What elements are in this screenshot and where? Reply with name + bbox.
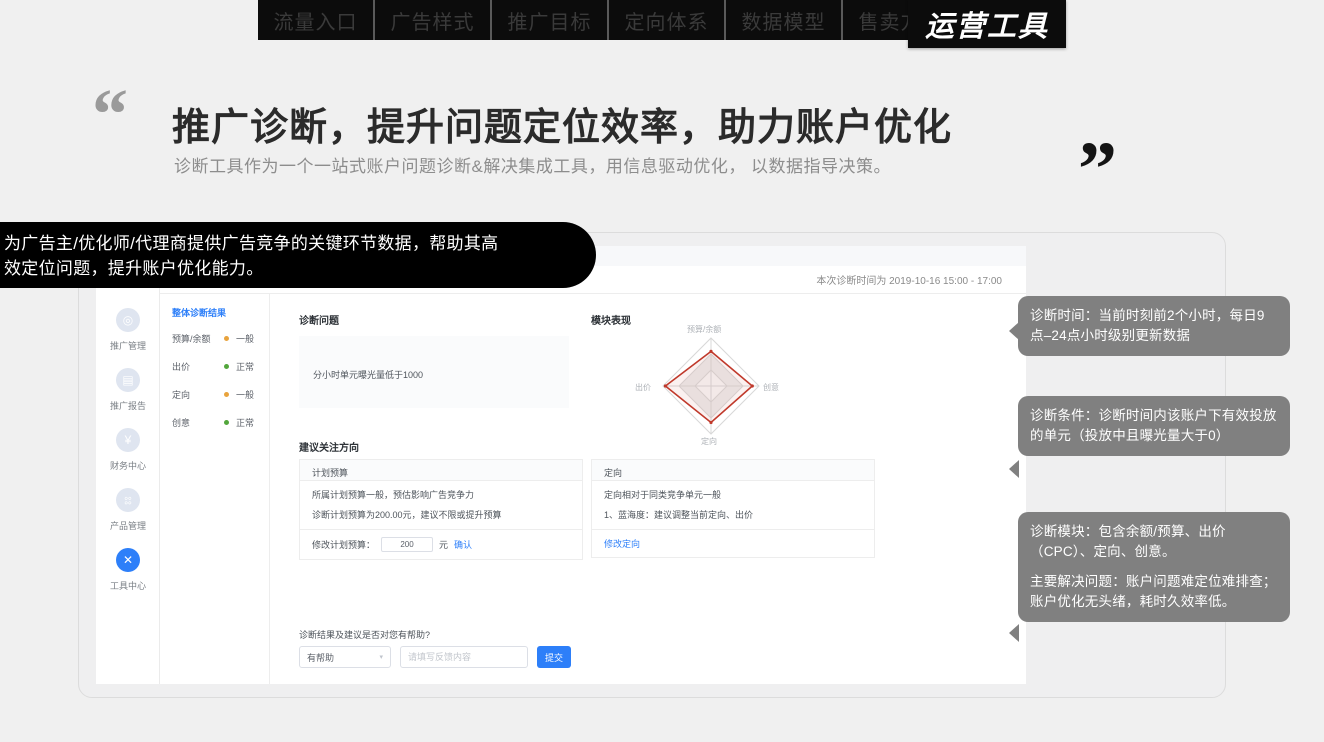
result-row-bid: 出价 正常 xyxy=(172,360,264,374)
sidebar-item-gongjuzhongxin[interactable]: ✕ 工具中心 xyxy=(96,548,160,594)
feedback-input[interactable]: 请填写反馈内容 xyxy=(400,646,528,668)
budget-unit-label: 元 xyxy=(439,539,449,550)
status-dot xyxy=(224,364,229,369)
result-label: 定向 xyxy=(172,390,191,400)
budget-edit-label: 修改计划预算： xyxy=(312,539,376,550)
sidebar-item-label: 财务中心 xyxy=(109,461,146,471)
black-note-line-2: 效定位问题，提升账户优化能力。 xyxy=(4,258,264,278)
callout-text-1: 诊断模块：包含余额/预算、出价（CPC）、定向、创意。 xyxy=(1030,524,1226,559)
sidebar-item-label: 推广报告 xyxy=(109,401,146,411)
black-note-line-1: 为广告主/优化师/代理商提供广告竞争的关键环节数据，帮助其高 xyxy=(4,234,499,253)
megaphone-icon: ◎ xyxy=(116,308,140,332)
callout-diagnosis-condition: 诊断条件：诊断时间内该账户下有效投放的单元（投放中且曝光量大于0） xyxy=(1009,396,1290,478)
sidebar-item-label: 推广管理 xyxy=(109,341,146,351)
radar-chart: 预算/余额 创意 定向 出价 xyxy=(591,324,891,446)
card-footer-targeting: 修改定向 xyxy=(591,529,875,558)
result-row-creative: 创意 正常 xyxy=(172,416,264,430)
quote-open-icon: “ xyxy=(92,74,128,154)
app-sidebar: 首页 ◎ 推广管理 ▤ 推广报告 ¥ 财务中心 ⦂⦂ 产品管理 ✕ 工具中心 xyxy=(96,246,160,684)
tab-liuliangrukou[interactable]: 流量入口 xyxy=(258,0,375,40)
grid-icon: ⦂⦂ xyxy=(116,488,140,512)
targeting-line-1: 定向相对于同类竞争单元一般 xyxy=(604,490,722,500)
diagnosis-problem-text: 分小时单元曝光量低于1000 xyxy=(313,370,424,380)
radar-chart-svg xyxy=(662,337,760,435)
callout-diagnosis-module: 诊断模块：包含余额/预算、出价（CPC）、定向、创意。 主要解决问题：账户问题难… xyxy=(1009,512,1290,642)
feedback-select-value: 有帮助 xyxy=(307,652,335,663)
feedback-submit-button[interactable]: 提交 xyxy=(537,646,571,668)
result-status: 一般 xyxy=(236,390,255,400)
tab-yunyinggongju-active[interactable]: 运营工具 xyxy=(908,0,1066,48)
feedback-row: 有帮助 ▾ 请填写反馈内容 提交 xyxy=(299,646,571,668)
budget-line-2: 诊断计划预算为200.00元，建议不限或提升预算 xyxy=(312,509,502,520)
page-title: 推广诊断，提升问题定位效率，助力账户优化 xyxy=(172,107,953,149)
report-icon: ▤ xyxy=(116,368,140,392)
chevron-down-icon: ▾ xyxy=(379,654,383,661)
sidebar-item-tuiguangguanli[interactable]: ◎ 推广管理 xyxy=(96,308,160,354)
card-footer-budget: 修改计划预算： 200 元 确认 xyxy=(299,529,583,560)
callout-text: 诊断条件：诊断时间内该账户下有效投放的单元（投放中且曝光量大于0） xyxy=(1030,408,1277,443)
tab-guanggaoyangshi[interactable]: 广告样式 xyxy=(375,0,492,40)
overall-results-title: 整体诊断结果 xyxy=(172,308,227,318)
budget-confirm-link[interactable]: 确认 xyxy=(454,538,472,551)
suggestion-card-budget: 计划预算 所属计划预算一般，预估影响广告竞争力 诊断计划预算为200.00元，建… xyxy=(299,459,583,560)
callout-text-2: 主要解决问题：账户问题难定位难排查；账户优化无头绪，耗时久效率低。 xyxy=(1030,573,1277,609)
result-status: 正常 xyxy=(236,418,255,428)
tab-tuiguangmubiao[interactable]: 推广目标 xyxy=(492,0,609,40)
result-status: 正常 xyxy=(236,362,255,372)
budget-line-1: 所属计划预算一般，预估影响广告竞争力 xyxy=(312,490,475,500)
feedback-select[interactable]: 有帮助 ▾ xyxy=(299,646,391,668)
yuan-icon: ¥ xyxy=(116,428,140,452)
tab-dingxiangtixi[interactable]: 定向体系 xyxy=(609,0,726,40)
sidebar-item-caiwuzhongxin[interactable]: ¥ 财务中心 xyxy=(96,428,160,474)
callout-text: 诊断时间：当前时刻前2个小时，每日9点–24点小时级别更新数据 xyxy=(1030,308,1265,343)
result-row-budget: 预算/余额 一般 xyxy=(172,332,264,346)
status-dot xyxy=(224,392,229,397)
status-dot xyxy=(224,420,229,425)
sidebar-item-label: 工具中心 xyxy=(109,581,146,591)
radar-axis-label-creative: 创意 xyxy=(763,383,779,392)
feedback-question: 诊断结果及建议是否对您有帮助? xyxy=(299,630,431,640)
tools-icon: ✕ xyxy=(116,548,140,572)
result-row-targeting: 定向 一般 xyxy=(172,388,264,402)
card-body-targeting: 定向相对于同类竞争单元一般 1、蓝海度：建议调整当前定向、出价 xyxy=(591,481,875,530)
card-header-budget: 计划预算 xyxy=(299,459,583,481)
status-dot xyxy=(224,336,229,341)
result-label: 创意 xyxy=(172,418,191,428)
page-subtitle: 诊断工具作为一个一站式账户问题诊断&解决集成工具，用信息驱动优化， 以数据指导决… xyxy=(174,157,892,176)
result-label: 预算/余额 xyxy=(172,334,211,344)
callout-diagnosis-time: 诊断时间：当前时刻前2个小时，每日9点–24点小时级别更新数据 xyxy=(1009,296,1290,356)
targeting-line-2: 1、蓝海度：建议调整当前定向、出价 xyxy=(604,509,754,520)
radar-axis-label-budget: 预算/余额 xyxy=(687,325,722,334)
radar-axis-label-targeting: 定向 xyxy=(701,437,717,446)
suggestion-card-targeting: 定向 定向相对于同类竞争单元一般 1、蓝海度：建议调整当前定向、出价 修改定向 xyxy=(591,459,875,558)
sidebar-item-chanpinguanli[interactable]: ⦂⦂ 产品管理 xyxy=(96,488,160,534)
black-note-overlay: 为广告主/优化师/代理商提供广告竞争的关键环节数据，帮助其高 效定位问题，提升账… xyxy=(0,222,596,288)
main-panel: 诊断问题 分小时单元曝光量低于1000 模块表现 预算/余额 创意 定向 出价 … xyxy=(271,294,1026,684)
budget-amount-input[interactable]: 200 xyxy=(381,536,434,552)
diagnosis-problem-title: 诊断问题 xyxy=(299,316,339,327)
result-status: 一般 xyxy=(236,334,255,344)
diagnosis-problem-box: 分小时单元曝光量低于1000 xyxy=(299,336,569,408)
tab-shujumoxing[interactable]: 数据模型 xyxy=(726,0,843,40)
result-label: 出价 xyxy=(172,362,191,372)
suggestions-title: 建议关注方向 xyxy=(299,443,359,454)
page-root: 流量入口 广告样式 推广目标 定向体系 数据模型 售卖方式 运营工具 “ 推广诊… xyxy=(0,0,1324,742)
sidebar-item-tuiguangbaogao[interactable]: ▤ 推广报告 xyxy=(96,368,160,414)
top-tabbar: 流量入口 广告样式 推广目标 定向体系 数据模型 售卖方式 xyxy=(258,0,958,40)
quote-close-icon: ” xyxy=(1078,125,1117,212)
card-body-budget: 所属计划预算一般，预估影响广告竞争力 诊断计划预算为200.00元，建议不限或提… xyxy=(299,481,583,530)
targeting-edit-link[interactable]: 修改定向 xyxy=(604,537,640,550)
overall-results-panel: 整体诊断结果 预算/余额 一般 出价 正常 定向 一般 创意 正常 xyxy=(160,294,270,684)
sidebar-item-label: 产品管理 xyxy=(109,521,146,531)
diagnosis-timestamp: 本次诊断时间为 2019-10-16 15:00 - 17:00 xyxy=(816,276,1002,287)
radar-axis-label-bid: 出价 xyxy=(635,383,651,392)
app-screenshot: 本次诊断时间为 2019-10-16 15:00 - 17:00 首页 ◎ 推广… xyxy=(96,246,1026,684)
card-header-targeting: 定向 xyxy=(591,459,875,481)
